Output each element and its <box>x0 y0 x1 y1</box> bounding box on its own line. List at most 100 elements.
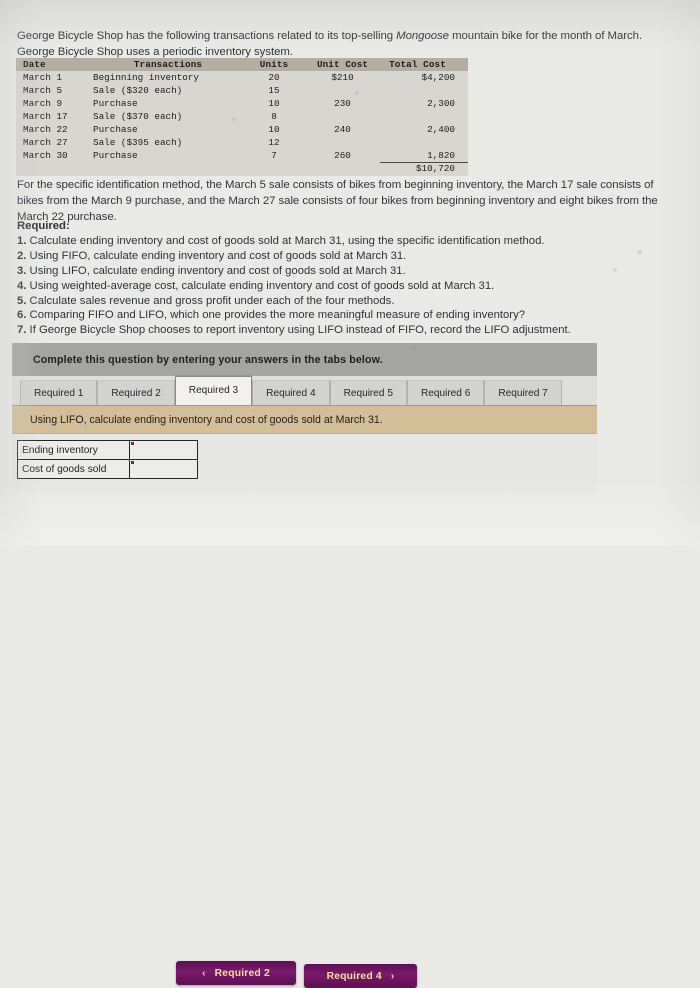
input-ending-inventory[interactable] <box>129 440 198 460</box>
cell-transaction: Purchase <box>93 122 243 136</box>
table-row: March 30 Purchase 7 260 1,820 <box>16 148 468 163</box>
cell-unit-cost: 230 <box>305 96 380 110</box>
next-requirement-label: Required 4 <box>326 970 382 982</box>
required-title: Required: <box>17 220 70 232</box>
table-row: March 17 Sale ($370 each) 8 <box>16 109 468 123</box>
navigation-bar: ‹ Required 2 Required 4 › <box>0 480 700 988</box>
cell-transaction: Purchase <box>93 148 243 163</box>
cell-unit-cost: 240 <box>305 122 380 136</box>
cell-units: 10 <box>243 122 305 136</box>
required-item-4-number: 4. <box>17 279 27 292</box>
tab-required-6[interactable]: Required 6 <box>406 380 485 405</box>
col-header-unit-cost: Unit Cost <box>305 58 380 71</box>
cell-total-cost <box>380 109 468 123</box>
answer-row-cost-of-goods-sold: Cost of goods sold <box>17 459 198 479</box>
widget-instruction-banner: Complete this question by entering your … <box>12 343 597 376</box>
col-header-units: Units <box>243 58 305 71</box>
intro-paragraph: George Bicycle Shop has the following tr… <box>17 29 677 60</box>
required-item-1-number: 1. <box>17 234 27 247</box>
required-item-5: 5. Calculate sales revenue and gross pro… <box>17 294 677 309</box>
required-item-7-number: 7. <box>17 324 27 337</box>
next-requirement-button[interactable]: Required 4 › <box>304 964 417 988</box>
intro-text-part1: George Bicycle Shop has the following tr… <box>17 30 397 43</box>
cell-date: March 30 <box>16 148 93 163</box>
total-spacer-2 <box>93 162 243 176</box>
required-list: Required: 1. Calculate ending inventory … <box>17 219 677 338</box>
col-header-transactions: Transactions <box>93 58 243 71</box>
required-item-4-text: Using weighted-average cost, calculate e… <box>26 279 495 292</box>
active-tab-instruction: Using LIFO, calculate ending inventory a… <box>12 406 597 434</box>
cell-total-cost: $4,200 <box>380 71 468 84</box>
required-item-6-text: Comparing FIFO and LIFO, which one provi… <box>26 309 525 322</box>
cell-date: March 1 <box>16 71 93 84</box>
cell-transaction: Sale ($320 each) <box>93 83 243 97</box>
cell-unit-cost: 260 <box>305 148 380 163</box>
cell-units: 12 <box>243 135 305 149</box>
required-item-2-text: Using FIFO, calculate ending inventory a… <box>26 249 407 262</box>
tab-required-7[interactable]: Required 7 <box>484 380 562 405</box>
cell-date: March 9 <box>16 96 93 110</box>
cell-units: 7 <box>243 148 305 163</box>
tab-required-2[interactable]: Required 2 <box>97 380 175 405</box>
total-spacer-4 <box>305 162 380 176</box>
question-page: George Bicycle Shop has the following tr… <box>0 0 700 988</box>
cell-transaction: Sale ($395 each) <box>93 135 243 149</box>
col-header-date: Date <box>16 58 93 71</box>
tab-required-5[interactable]: Required 5 <box>329 380 407 405</box>
chevron-right-icon: › <box>390 970 395 982</box>
input-cost-of-goods-sold[interactable] <box>129 459 198 479</box>
required-item-3-text: Using LIFO, calculate ending inventory a… <box>26 264 406 277</box>
brand-name-italic: Mongoose <box>396 30 449 43</box>
answers-table-body: Ending inventory Cost of goods sold <box>17 440 198 479</box>
total-spacer-3 <box>243 162 305 176</box>
table-total-row: $10,720 <box>16 161 468 176</box>
cell-total-cost: 2,300 <box>380 96 468 110</box>
cell-date: March 5 <box>16 83 93 97</box>
cell-transaction: Sale ($370 each) <box>93 109 243 123</box>
cell-total-cost: 2,400 <box>380 122 468 136</box>
chevron-left-icon: ‹ <box>202 967 206 979</box>
required-item-7-text: If George Bicycle Shop chooses to report… <box>26 324 571 337</box>
transactions-table-wrapper: Date Transactions Units Unit Cost Total … <box>16 58 468 176</box>
cell-date: March 27 <box>16 135 93 149</box>
cell-units: 20 <box>243 71 305 84</box>
cell-transaction: Beginning inventory <box>93 71 243 84</box>
prev-requirement-button[interactable]: ‹ Required 2 <box>176 961 296 985</box>
cell-total-cost: 1,820 <box>380 148 468 163</box>
required-item-3-number: 3. <box>17 264 27 277</box>
required-item-4: 4. Using weighted-average cost, calculat… <box>17 279 677 294</box>
cell-units: 8 <box>243 109 305 123</box>
cell-date: March 17 <box>16 109 93 123</box>
cell-unit-cost <box>305 135 380 149</box>
cell-unit-cost <box>305 109 380 123</box>
answer-widget: Complete this question by entering your … <box>12 343 597 492</box>
label-ending-inventory: Ending inventory <box>17 440 130 460</box>
tab-required-3[interactable]: Required 3 <box>174 376 253 405</box>
required-item-5-text: Calculate sales revenue and gross profit… <box>26 294 395 307</box>
cell-transaction: Purchase <box>93 96 243 110</box>
cell-units: 15 <box>243 83 305 97</box>
table-row: March 1 Beginning inventory 20 $210 $4,2… <box>16 71 468 84</box>
table-row: March 27 Sale ($395 each) 12 <box>16 135 468 149</box>
cell-date: March 22 <box>16 122 93 136</box>
table-row: March 5 Sale ($320 each) 15 <box>16 83 468 97</box>
required-item-1-text: Calculate ending inventory and cost of g… <box>26 234 545 247</box>
transactions-table-body: March 1 Beginning inventory 20 $210 $4,2… <box>16 71 468 176</box>
table-row: March 22 Purchase 10 240 2,400 <box>16 122 468 136</box>
tab-required-1[interactable]: Required 1 <box>20 380 98 405</box>
required-item-7: 7. If George Bicycle Shop chooses to rep… <box>17 323 677 338</box>
grand-total-value: $10,720 <box>380 161 468 176</box>
total-spacer-1 <box>16 162 93 176</box>
required-item-2: 2. Using FIFO, calculate ending inventor… <box>17 249 677 264</box>
answers-table: Ending inventory Cost of goods sold <box>17 440 198 479</box>
cell-unit-cost <box>305 83 380 97</box>
cell-total-cost <box>380 135 468 149</box>
required-item-1: 1. Calculate ending inventory and cost o… <box>17 234 677 249</box>
required-item-6: 6. Comparing FIFO and LIFO, which one pr… <box>17 308 677 323</box>
transactions-table-head: Date Transactions Units Unit Cost Total … <box>16 58 468 71</box>
requirement-tabs: Required 1 Required 2 Required 3 Require… <box>12 376 597 406</box>
tab-required-4[interactable]: Required 4 <box>252 380 330 405</box>
required-item-3: 3. Using LIFO, calculate ending inventor… <box>17 264 677 279</box>
transactions-table: Date Transactions Units Unit Cost Total … <box>16 58 468 176</box>
required-item-2-number: 2. <box>17 249 27 262</box>
